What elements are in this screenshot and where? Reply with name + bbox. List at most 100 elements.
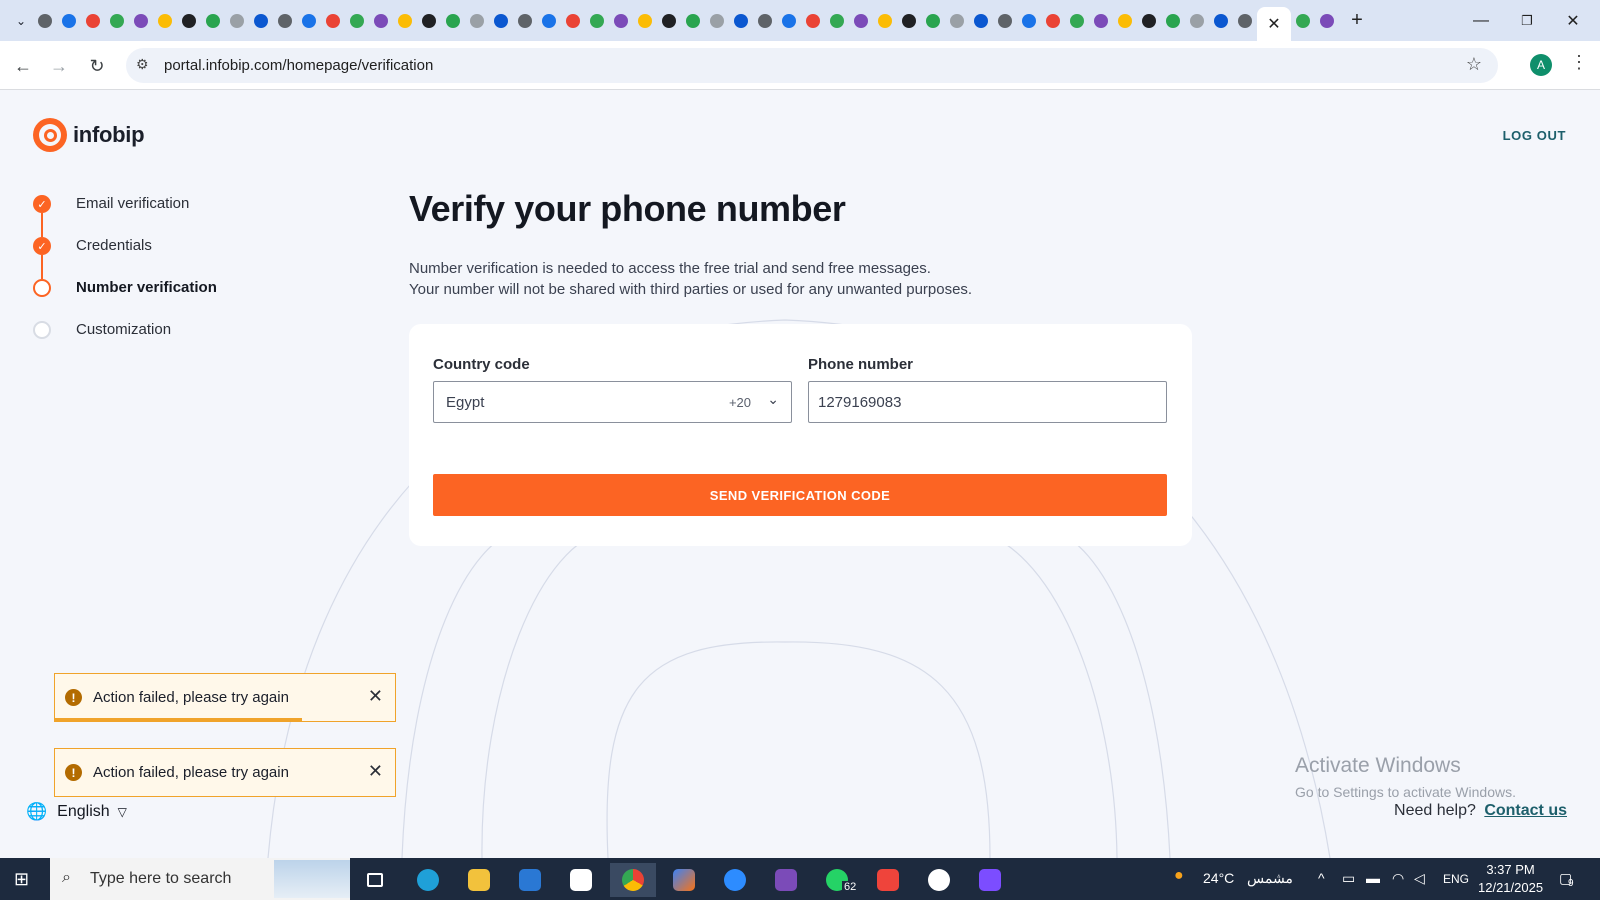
tab-favicon-icon[interactable] [81,9,105,33]
bookmark-star-icon[interactable]: ☆ [1466,54,1482,75]
tab-favicon-icon[interactable] [969,9,993,33]
outlook-icon[interactable] [507,863,553,897]
tab-favicon-icon[interactable] [321,9,345,33]
file-explorer-icon[interactable] [456,863,502,897]
tab-favicon-icon[interactable] [1017,9,1041,33]
tab-favicon-icon[interactable] [561,9,585,33]
tab-favicon-icon[interactable] [465,9,489,33]
tab-favicon-icon[interactable] [273,9,297,33]
tab-favicon-icon[interactable] [1041,9,1065,33]
url-text[interactable]: portal.infobip.com/homepage/verification [164,57,433,74]
active-tab[interactable]: ✕ [1257,7,1291,41]
new-tab-button[interactable]: + [1345,9,1369,33]
tab-favicon-icon[interactable] [1185,9,1209,33]
weather-temperature[interactable]: 24°C [1203,870,1234,886]
tab-favicon-icon[interactable] [537,9,561,33]
wifi-icon[interactable]: ◠ [1392,870,1404,887]
tab-favicon-icon[interactable] [393,9,417,33]
tab-favicon-icon[interactable] [177,9,201,33]
tab-favicon-icon[interactable] [945,9,969,33]
tab-favicon-icon[interactable] [249,9,273,33]
tab-favicon-icon[interactable] [609,9,633,33]
send-verification-code-button[interactable]: SEND VERIFICATION CODE [433,474,1167,516]
microsoft-store-icon[interactable] [558,863,604,897]
contact-us-link[interactable]: Contact us [1484,802,1567,819]
tab-favicon-icon[interactable] [1065,9,1089,33]
tab-favicon-icon[interactable] [57,9,81,33]
infobip-logo[interactable]: infobip [33,118,145,152]
volume-icon[interactable]: ◁ [1414,870,1425,887]
tab-favicon-icon[interactable] [633,9,657,33]
tab-favicon-icon[interactable] [225,9,249,33]
reload-icon[interactable]: ↻ [84,53,110,79]
browser-menu-icon[interactable]: ⋮ [1570,52,1588,73]
chrome-icon[interactable] [610,863,656,897]
app-icon-green[interactable] [916,863,962,897]
tab-favicon-icon[interactable] [33,9,57,33]
tab-favicon-icon[interactable] [993,9,1017,33]
tab-favicon-icon[interactable] [825,9,849,33]
tab-favicon-icon[interactable] [1113,9,1137,33]
system-clock[interactable]: 3:37 PM 12/21/2025 [1478,861,1543,897]
edge-icon[interactable] [405,863,451,897]
tab-favicon-icon[interactable] [1291,9,1315,33]
tab-favicon-icon[interactable] [369,9,393,33]
zoom-icon[interactable] [712,863,758,897]
tab-favicon-icon[interactable] [849,9,873,33]
close-icon[interactable]: ✕ [368,761,383,782]
tab-favicon-icon[interactable] [585,9,609,33]
app-icon-purple[interactable] [967,863,1013,897]
minimize-icon[interactable]: — [1458,0,1504,41]
tab-favicon-icon[interactable] [489,9,513,33]
chevron-down-icon[interactable]: ⌄ [767,391,779,408]
tab-favicon-icon[interactable] [1137,9,1161,33]
back-icon[interactable]: ← [10,53,36,79]
close-icon[interactable]: ✕ [368,686,383,707]
tab-favicon-icon[interactable] [729,9,753,33]
tab-favicon-icon[interactable] [201,9,225,33]
language-selector[interactable]: 🌐 English ▽ [26,802,127,822]
tab-favicon-icon[interactable] [681,9,705,33]
window-close-icon[interactable]: ✕ [1550,0,1596,41]
tab-favicon-icon[interactable] [1315,9,1339,33]
tab-search-icon[interactable]: ⌄ [9,9,33,33]
omnibox[interactable]: ⚙ portal.infobip.com/homepage/verificati… [126,48,1498,83]
tab-favicon-icon[interactable] [753,9,777,33]
taskbar-search-box[interactable]: ⌕ Type here to search [50,858,350,900]
input-language-indicator[interactable]: ENG [1443,872,1469,886]
profile-avatar[interactable]: A [1530,54,1552,76]
tab-favicon-icon[interactable] [153,9,177,33]
anydesk-icon[interactable] [865,863,911,897]
visual-studio-icon[interactable] [763,863,809,897]
country-code-select[interactable]: Egypt +20 ⌄ [433,381,792,423]
phone-number-input[interactable] [808,381,1167,423]
tab-favicon-icon[interactable] [345,9,369,33]
tab-favicon-icon[interactable] [1209,9,1233,33]
meet-icon[interactable]: ▭ [1342,870,1355,887]
tab-favicon-icon[interactable] [297,9,321,33]
battery-icon[interactable]: ▬ [1366,870,1380,886]
site-settings-icon[interactable]: ⚙ [136,56,149,73]
tab-favicon-icon[interactable] [777,9,801,33]
tab-favicon-icon[interactable] [1089,9,1113,33]
tab-favicon-icon[interactable] [417,9,441,33]
tab-favicon-icon[interactable] [513,9,537,33]
tab-favicon-icon[interactable] [921,9,945,33]
restore-icon[interactable]: ❐ [1504,0,1550,41]
tab-favicon-icon[interactable] [1161,9,1185,33]
tab-favicon-icon[interactable] [129,9,153,33]
logout-link[interactable]: LOG OUT [1503,128,1566,143]
close-tab-icon[interactable]: ✕ [1267,14,1280,34]
tab-favicon-icon[interactable] [705,9,729,33]
tab-favicon-icon[interactable] [897,9,921,33]
copilot-icon[interactable] [661,863,707,897]
tab-favicon-icon[interactable] [657,9,681,33]
task-view-icon[interactable] [352,863,398,897]
tab-favicon-icon[interactable] [1233,9,1257,33]
windows-start-icon[interactable]: ⊞ [14,869,29,890]
tab-favicon-icon[interactable] [873,9,897,33]
tab-favicon-icon[interactable] [105,9,129,33]
tab-favicon-icon[interactable] [801,9,825,33]
chevron-up-icon[interactable]: ^ [1318,870,1325,886]
tab-favicon-icon[interactable] [441,9,465,33]
